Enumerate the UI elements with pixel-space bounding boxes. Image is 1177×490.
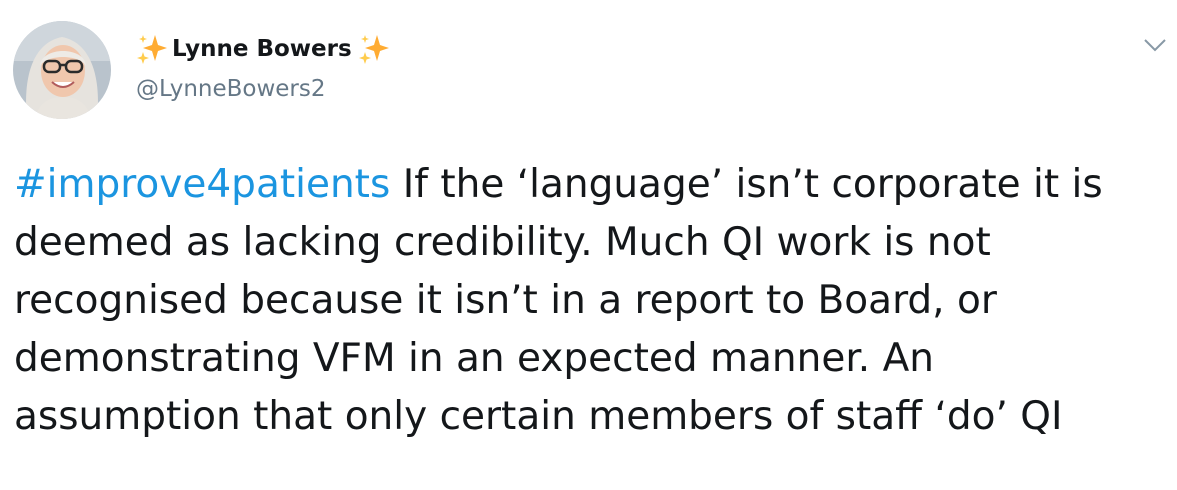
- author-name-row[interactable]: Lynne Bowers: [136, 31, 390, 67]
- tweet-line: deemed as lacking credibility. Much QI w…: [14, 220, 991, 265]
- hashtag-link[interactable]: #improve4patients: [14, 162, 390, 207]
- sparkles-icon: [358, 33, 390, 65]
- tweet-line: assumption that only certain members of …: [14, 394, 1063, 439]
- tweet-line: demonstrating VFM in an expected manner.…: [14, 336, 934, 381]
- tweet-text: #improve4patients If the ‘language’ isn’…: [14, 156, 1164, 446]
- avatar[interactable]: [13, 21, 111, 119]
- tweet-line-text: If the ‘language’ isn’t corporate it is: [390, 162, 1103, 207]
- author-display-name[interactable]: Lynne Bowers: [172, 36, 352, 62]
- author-handle[interactable]: @LynneBowers2: [136, 76, 326, 102]
- tweet-line: recognised because it isn’t in a report …: [14, 278, 997, 323]
- tweet-line: #improve4patients If the ‘language’ isn’…: [14, 156, 1164, 214]
- sparkles-icon: [136, 33, 168, 65]
- chevron-down-icon[interactable]: [1142, 36, 1168, 54]
